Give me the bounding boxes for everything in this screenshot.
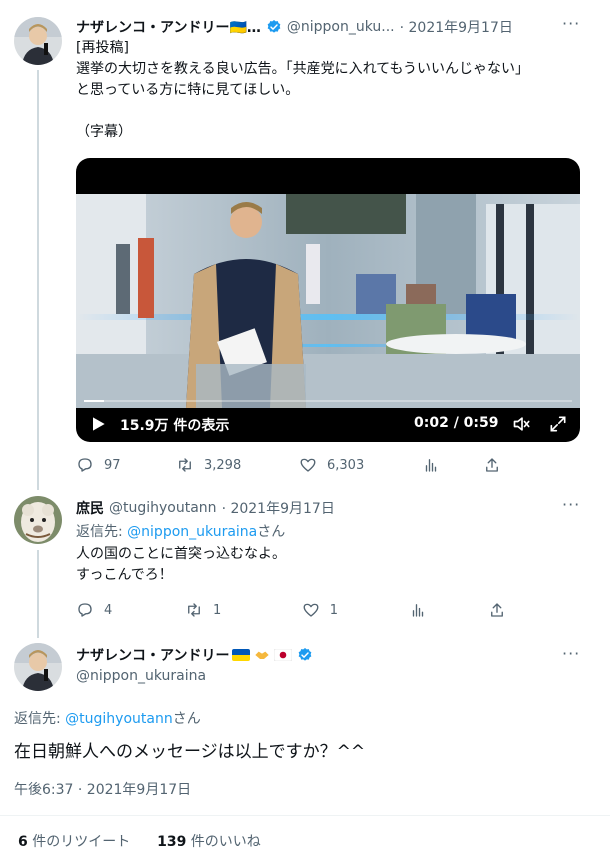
reply-context: 返信先: @nippon_ukurainaさん (76, 524, 286, 540)
retweet-icon (179, 458, 191, 472)
retweet-count: 3,298 (204, 457, 242, 473)
video-time: 0:02 / 0:59 (414, 415, 499, 431)
views-icon (412, 604, 423, 617)
retweets-stat[interactable]: 6 件のリツイート (18, 834, 130, 850)
tweet-stats: 6 件のリツイート 139 件のいいね (18, 831, 261, 851)
reply-to-link[interactable]: @tugihyoutann (65, 711, 173, 727)
share-icon (486, 458, 498, 472)
more-options-icon[interactable]: ··· (562, 495, 580, 514)
share-button[interactable] (488, 601, 506, 619)
like-icon (303, 603, 319, 617)
reply-icon (78, 458, 92, 472)
reply-button[interactable]: 97 (76, 456, 176, 474)
views-icon (425, 459, 437, 472)
reply-context: 返信先: @tugihyoutannさん (14, 711, 201, 727)
thread-line (37, 550, 39, 638)
main-tweet-text: 在日朝鮮人へのメッセージは以上ですか？^^ (14, 742, 366, 762)
likes-stat[interactable]: 139 件のいいね (157, 834, 261, 850)
avatar[interactable] (14, 17, 62, 65)
video-progress-fill (84, 400, 104, 402)
tweet-text: 人の国のことに首突っ込むなよ。 すっこんでろ！ (76, 546, 286, 583)
ukraine-flag-icon (232, 649, 251, 661)
author-name[interactable]: 庶民 (76, 498, 104, 518)
tweet-timestamp[interactable]: 午後6:37 · 2021年9月17日 (14, 779, 191, 799)
fullscreen-icon[interactable] (548, 414, 568, 434)
retweet-button[interactable]: 3,298 (176, 456, 299, 474)
author-handle[interactable]: @nippon_uku... (287, 19, 395, 35)
video-controls: 15.9万 件の表示 0:02 / 0:59 (76, 400, 580, 442)
video-progress-track[interactable] (84, 400, 572, 402)
more-options-icon[interactable]: ··· (562, 14, 580, 33)
like-count: 6,303 (327, 457, 365, 473)
tweet-actions: 4 1 1 (76, 601, 506, 619)
reply-count: 4 (104, 602, 113, 618)
views-button[interactable] (422, 456, 483, 474)
verified-icon (299, 648, 312, 661)
reply-icon (78, 603, 92, 617)
avatar[interactable] (14, 496, 62, 544)
like-count: 1 (329, 602, 339, 618)
tweet-date[interactable]: · 2021年9月17日 (400, 17, 513, 37)
retweet-icon (188, 603, 200, 617)
handshake-icon (255, 651, 270, 659)
reply-button[interactable]: 4 (76, 601, 185, 619)
views-button[interactable] (409, 601, 488, 619)
tweet-date[interactable]: · 2021年9月17日 (222, 498, 335, 518)
avatar[interactable] (14, 643, 62, 691)
play-icon[interactable] (88, 414, 108, 434)
author-name[interactable]: ナザレンコ・アンドリー (76, 645, 229, 665)
tweet-actions: 97 3,298 6,303 (76, 456, 506, 474)
retweet-button[interactable]: 1 (185, 601, 302, 619)
volume-icon[interactable] (512, 414, 532, 434)
share-button[interactable] (483, 456, 501, 474)
tweet-text: [再投稿] 選挙の大切さを教える良い広告。「共産党に入れてもういいんじゃない」 … (76, 40, 530, 140)
verified-icon (267, 20, 281, 33)
share-icon (491, 603, 503, 617)
reply-count: 97 (104, 457, 121, 473)
more-options-icon[interactable]: ··· (562, 644, 580, 663)
view-count: 15.9万 件の表示 (120, 418, 230, 434)
video-frame (76, 194, 580, 408)
video-player[interactable]: 15.9万 件の表示 0:02 / 0:59 (76, 158, 580, 442)
author-handle[interactable]: @nippon_ukuraina (76, 668, 206, 684)
japan-flag-icon (274, 649, 293, 661)
author-name[interactable]: ナザレンコ・アンドリー🇺🇦… (76, 17, 261, 37)
thread-line (37, 70, 39, 490)
reply-to-link[interactable]: @nippon_ukuraina (127, 524, 257, 540)
like-button[interactable]: 1 (302, 601, 409, 619)
divider (0, 815, 610, 816)
like-icon (300, 458, 316, 472)
like-button[interactable]: 6,303 (299, 456, 422, 474)
retweet-count: 1 (212, 602, 222, 618)
author-handle[interactable]: @tugihyoutann (109, 500, 217, 516)
